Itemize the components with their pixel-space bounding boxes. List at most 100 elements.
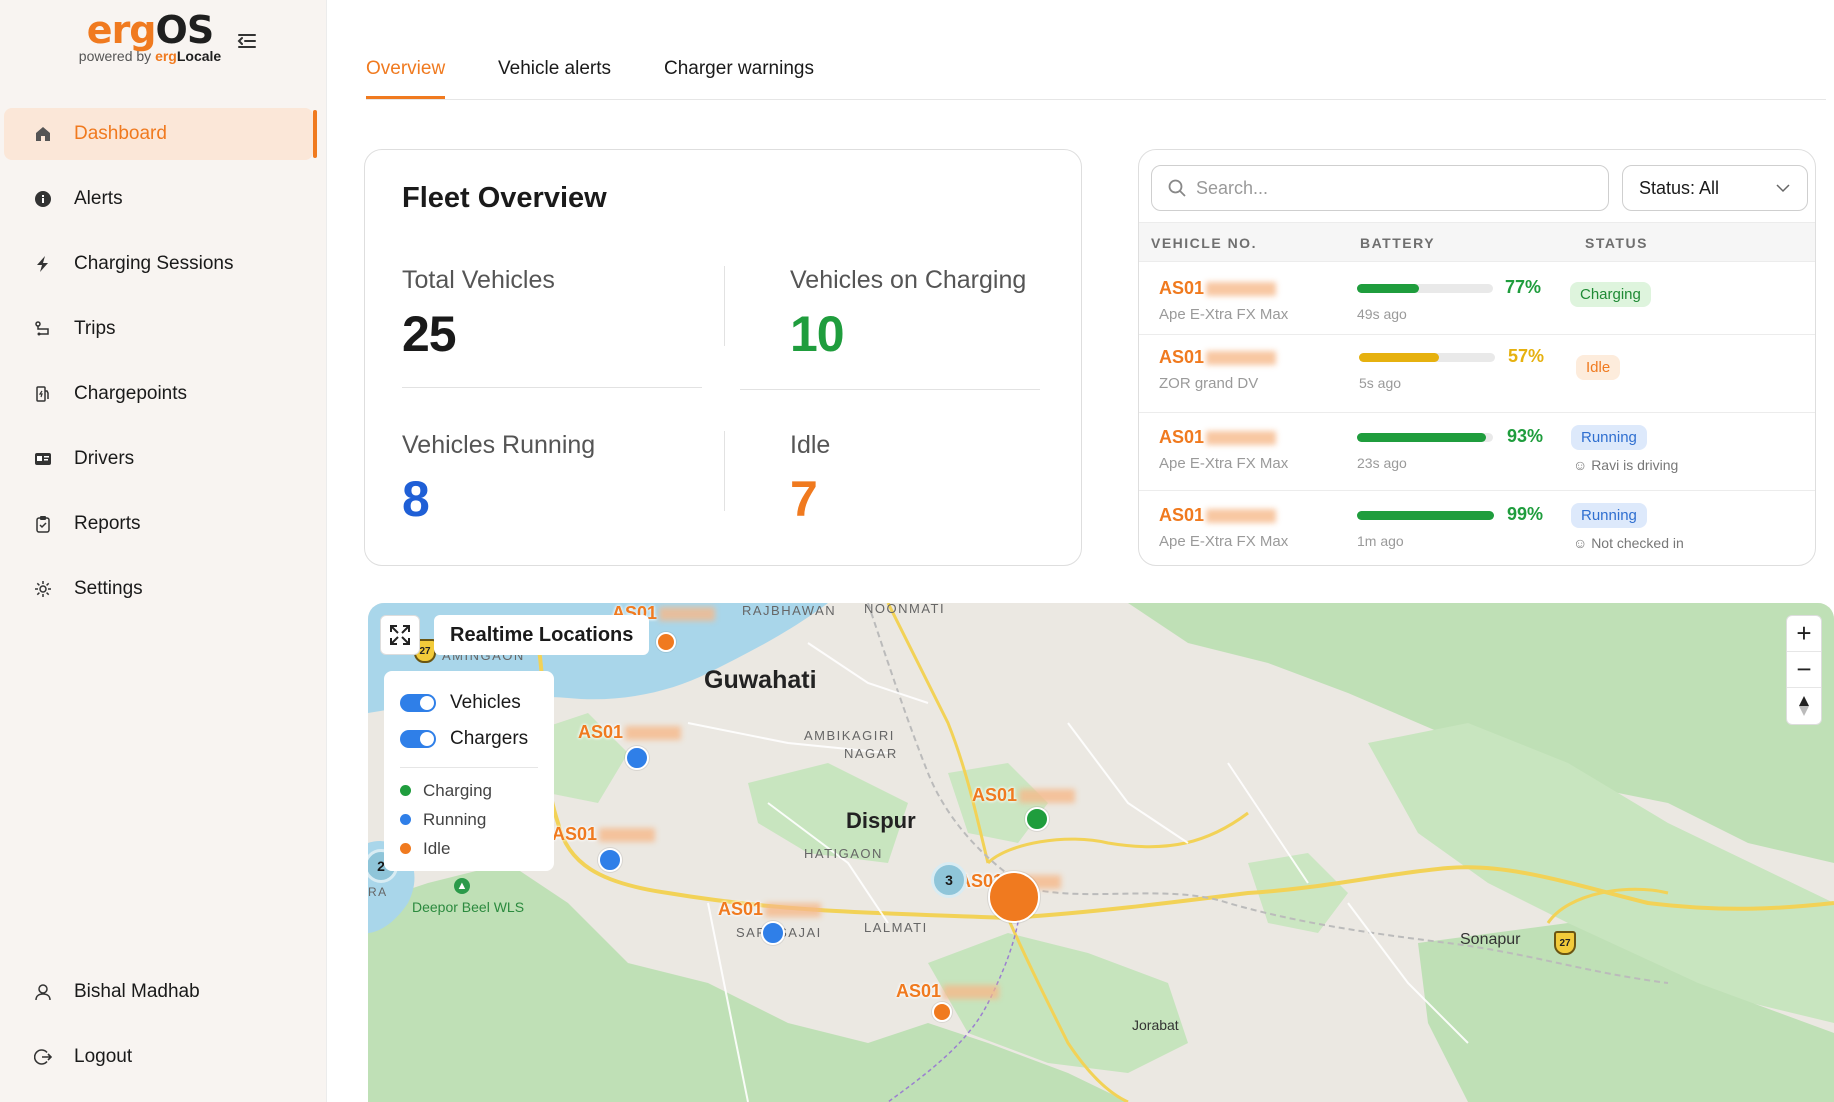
vehicle-model: Ape E-Xtra FX Max bbox=[1159, 455, 1289, 472]
tab-charger-warnings[interactable]: Charger warnings bbox=[664, 58, 814, 80]
place-label-sonapur: Sonapur bbox=[1460, 931, 1521, 948]
place-label-lalmati: LALMATI bbox=[864, 920, 928, 935]
toggle-chargers[interactable]: Chargers bbox=[400, 721, 538, 757]
toggle-label: Vehicles bbox=[450, 692, 521, 713]
fleet-overview-card: Fleet Overview Total Vehicles 25 Vehicle… bbox=[364, 149, 1082, 566]
id-card-icon bbox=[32, 448, 54, 470]
table-row[interactable]: AS01 ZOR grand DV 57% 5s ago Idle bbox=[1139, 335, 1815, 413]
clipboard-icon bbox=[32, 513, 54, 535]
search-input[interactable]: Search... bbox=[1151, 165, 1609, 211]
logout-button[interactable]: Logout bbox=[0, 1031, 327, 1083]
zoom-controls: + − bbox=[1786, 615, 1822, 725]
place-label-noonmati: NOONMATI bbox=[864, 603, 946, 616]
stat-value: 10 bbox=[790, 306, 845, 362]
sidebar-item-chargepoints[interactable]: Chargepoints bbox=[0, 368, 327, 420]
sidebar-item-label: Chargepoints bbox=[74, 383, 188, 404]
table-row[interactable]: AS01 Ape E-Xtra FX Max 99% 1m ago Runnin… bbox=[1139, 491, 1815, 565]
battery-bar bbox=[1359, 353, 1495, 362]
stat-value: 7 bbox=[790, 471, 818, 527]
column-header-vehicle[interactable]: VEHICLE NO. bbox=[1151, 235, 1257, 251]
vehicle-marker-label: AS01 bbox=[552, 824, 656, 845]
stat-label: Total Vehicles bbox=[402, 266, 555, 294]
search-placeholder: Search... bbox=[1196, 177, 1269, 198]
sidebar-item-drivers[interactable]: Drivers bbox=[0, 433, 327, 485]
map-title: Realtime Locations bbox=[434, 615, 650, 655]
table-row[interactable]: AS01 Ape E-Xtra FX Max 93% 23s ago Runni… bbox=[1139, 413, 1815, 491]
place-label-nagar: NAGAR bbox=[844, 746, 898, 761]
battery-fill bbox=[1357, 284, 1419, 293]
column-header-status[interactable]: STATUS bbox=[1585, 235, 1648, 251]
info-icon bbox=[32, 188, 54, 210]
sidebar: ergOS powered by ergLocale Dashboard Ale… bbox=[0, 0, 327, 1102]
compass-icon bbox=[1799, 696, 1809, 716]
column-header-battery[interactable]: BATTERY bbox=[1360, 235, 1435, 251]
status-filter-value: Status: All bbox=[1639, 177, 1720, 198]
status-badge: Running bbox=[1571, 425, 1647, 450]
place-label-deepor: Deepor Beel WLS bbox=[412, 899, 525, 915]
tab-overview[interactable]: Overview bbox=[366, 58, 446, 99]
ergos-logo[interactable]: ergOS powered by ergLocale bbox=[70, 8, 230, 64]
vehicle-marker-running[interactable] bbox=[598, 848, 622, 872]
vehicles-toggle-switch[interactable] bbox=[400, 694, 436, 712]
zoom-out-button[interactable]: − bbox=[1787, 652, 1821, 688]
place-label-guwahati: Guwahati bbox=[704, 666, 817, 694]
home-icon bbox=[32, 123, 54, 145]
fleet-overview-title: Fleet Overview bbox=[402, 182, 607, 214]
status-filter-select[interactable]: Status: All bbox=[1622, 165, 1808, 211]
sidebar-bottom: Bishal Madhab Logout bbox=[0, 966, 327, 1096]
vehicle-marker-running[interactable] bbox=[625, 746, 649, 770]
vehicle-marker-running[interactable] bbox=[761, 921, 785, 945]
sidebar-item-trips[interactable]: Trips bbox=[0, 303, 327, 355]
user-name: Bishal Madhab bbox=[74, 981, 200, 1002]
gear-icon bbox=[32, 578, 54, 600]
sidebar-item-alerts[interactable]: Alerts bbox=[0, 173, 327, 225]
chargers-toggle-switch[interactable] bbox=[400, 730, 436, 748]
vehicle-model: Ape E-Xtra FX Max bbox=[1159, 533, 1289, 550]
divider bbox=[724, 431, 725, 511]
fuel-station-icon bbox=[32, 383, 54, 405]
vehicle-marker-idle[interactable] bbox=[656, 632, 676, 652]
vehicle-number: AS01 bbox=[1159, 278, 1277, 299]
stat-label: Vehicles Running bbox=[402, 431, 596, 459]
marker-cluster[interactable]: 3 bbox=[931, 862, 967, 898]
sidebar-item-charging-sessions[interactable]: Charging Sessions bbox=[0, 238, 327, 290]
tab-vehicle-alerts[interactable]: Vehicle alerts bbox=[498, 58, 611, 80]
divider bbox=[740, 389, 1040, 390]
last-updated: 49s ago bbox=[1357, 306, 1407, 322]
sidebar-item-reports[interactable]: Reports bbox=[0, 498, 327, 550]
battery-fill bbox=[1357, 511, 1494, 520]
sidebar-item-label: Dashboard bbox=[74, 123, 167, 144]
last-updated: 1m ago bbox=[1357, 533, 1404, 549]
stat-vehicles-charging: Vehicles on Charging 10 bbox=[790, 266, 1026, 363]
user-profile[interactable]: Bishal Madhab bbox=[0, 966, 327, 1018]
highway-shield: 27 bbox=[1554, 931, 1576, 955]
collapse-sidebar-icon[interactable] bbox=[236, 30, 260, 54]
vehicle-model: Ape E-Xtra FX Max bbox=[1159, 306, 1289, 323]
map-base-layer bbox=[368, 603, 1834, 1102]
sidebar-item-label: Reports bbox=[74, 513, 141, 534]
sidebar-item-settings[interactable]: Settings bbox=[0, 563, 327, 615]
logout-icon bbox=[32, 1046, 54, 1068]
fullscreen-icon[interactable] bbox=[380, 615, 420, 655]
vehicle-marker-idle[interactable] bbox=[932, 1002, 952, 1022]
driver-info: ☺ Not checked in bbox=[1573, 535, 1684, 551]
zoom-in-button[interactable]: + bbox=[1787, 616, 1821, 652]
vehicle-marker-charging[interactable] bbox=[1025, 807, 1049, 831]
toggle-vehicles[interactable]: Vehicles bbox=[400, 685, 538, 721]
vehicle-number: AS01 bbox=[1159, 505, 1277, 526]
table-header: VEHICLE NO. BATTERY STATUS bbox=[1139, 222, 1815, 262]
table-row[interactable]: AS01 Ape E-Xtra FX Max 77% 49s ago Charg… bbox=[1139, 262, 1815, 335]
logo-tagline: powered by ergLocale bbox=[78, 48, 222, 64]
stat-vehicles-running: Vehicles Running 8 bbox=[402, 431, 595, 528]
driver-info: ☺ Ravi is driving bbox=[1573, 457, 1679, 473]
sidebar-item-dashboard[interactable]: Dashboard bbox=[4, 108, 317, 160]
park-icon: ▲ bbox=[454, 878, 470, 894]
realtime-map[interactable]: RAJBHAWAN NOONMATI Guwahati AMINGAON AMB… bbox=[368, 603, 1834, 1102]
stat-label: Vehicles on Charging bbox=[790, 266, 1027, 294]
search-icon bbox=[1168, 179, 1186, 202]
sidebar-item-label: Drivers bbox=[74, 448, 135, 469]
vehicle-marker-idle[interactable] bbox=[988, 871, 1040, 923]
compass-reset-button[interactable] bbox=[1787, 688, 1821, 724]
battery-percent: 57% bbox=[1508, 346, 1545, 366]
tab-bar: Overview Vehicle alerts Charger warnings bbox=[366, 0, 1826, 100]
